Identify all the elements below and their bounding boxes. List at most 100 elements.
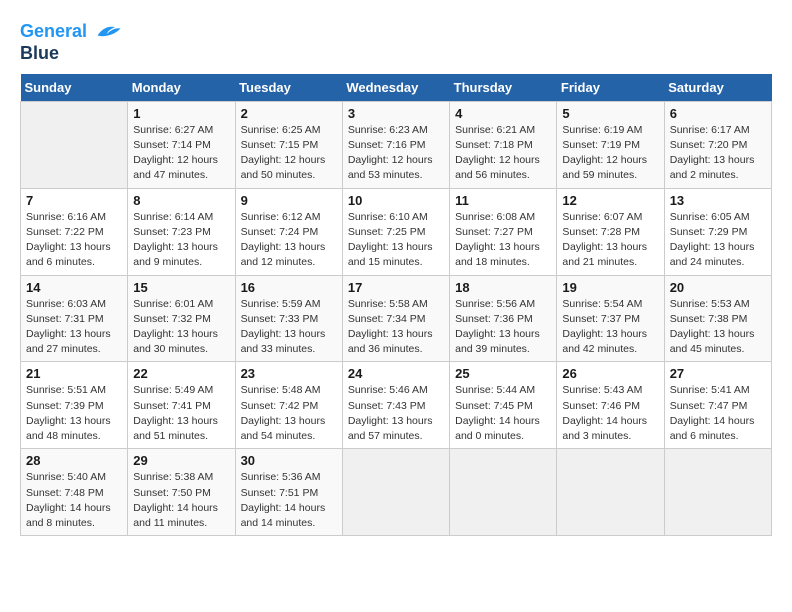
- weekday-header-wednesday: Wednesday: [342, 74, 449, 102]
- calendar-cell: 21 Sunrise: 5:51 AMSunset: 7:39 PMDayligh…: [21, 362, 128, 449]
- calendar-cell: 13Sunrise: 6:05 AMSunset: 7:29 PMDayligh…: [664, 188, 771, 275]
- day-info: Sunrise: 6:25 AMSunset: 7:15 PMDaylight:…: [241, 123, 337, 184]
- weekday-header-row: SundayMondayTuesdayWednesdayThursdayFrid…: [21, 74, 772, 102]
- day-info: Sunrise: 5:51 AMSunset: 7:39 PMDaylight:…: [26, 383, 122, 444]
- calendar-cell: 15Sunrise: 6:01 AMSunset: 7:32 PMDayligh…: [128, 275, 235, 362]
- day-number: 3: [348, 106, 444, 121]
- day-info: Sunrise: 5:56 AMSunset: 7:36 PMDaylight:…: [455, 297, 551, 358]
- calendar-cell: [557, 449, 664, 536]
- calendar-cell: 28 Sunrise: 5:40 AMSunset: 7:48 PMDayligh…: [21, 449, 128, 536]
- calendar-cell: 11 Sunrise: 6:08 AMSunset: 7:27 PMDayligh…: [450, 188, 557, 275]
- day-info: Sunrise: 6:14 AMSunset: 7:23 PMDaylight:…: [133, 210, 229, 271]
- calendar-cell: 20 Sunrise: 5:53 AMSunset: 7:38 PMDayligh…: [664, 275, 771, 362]
- calendar-week-row: 1 Sunrise: 6:27 AMSunset: 7:14 PMDaylight…: [21, 101, 772, 188]
- day-number: 25: [455, 366, 551, 381]
- day-info: Sunrise: 5:41 AMSunset: 7:47 PMDaylight:…: [670, 383, 766, 444]
- day-info: Sunrise: 6:05 AMSunset: 7:29 PMDaylight:…: [670, 210, 766, 271]
- day-number: 11: [455, 193, 551, 208]
- calendar-cell: 23 Sunrise: 5:48 AMSunset: 7:42 PMDayligh…: [235, 362, 342, 449]
- calendar-cell: 6 Sunrise: 6:17 AMSunset: 7:20 PMDaylight…: [664, 101, 771, 188]
- day-info: Sunrise: 6:08 AMSunset: 7:27 PMDaylight:…: [455, 210, 551, 271]
- calendar-cell: 3 Sunrise: 6:23 AMSunset: 7:16 PMDaylight…: [342, 101, 449, 188]
- day-number: 9: [241, 193, 337, 208]
- day-info: Sunrise: 6:23 AMSunset: 7:16 PMDaylight:…: [348, 123, 444, 184]
- day-number: 30: [241, 453, 337, 468]
- day-info: Sunrise: 5:58 AMSunset: 7:34 PMDaylight:…: [348, 297, 444, 358]
- calendar-cell: 4 Sunrise: 6:21 AMSunset: 7:18 PMDaylight…: [450, 101, 557, 188]
- day-number: 22: [133, 366, 229, 381]
- day-number: 28: [26, 453, 122, 468]
- weekday-header-tuesday: Tuesday: [235, 74, 342, 102]
- day-info: Sunrise: 6:07 AMSunset: 7:28 PMDaylight:…: [562, 210, 658, 271]
- calendar-cell: 26 Sunrise: 5:43 AMSunset: 7:46 PMDayligh…: [557, 362, 664, 449]
- day-number: 6: [670, 106, 766, 121]
- calendar-cell: [21, 101, 128, 188]
- day-info: Sunrise: 5:44 AMSunset: 7:45 PMDaylight:…: [455, 383, 551, 444]
- calendar-cell: 8 Sunrise: 6:14 AMSunset: 7:23 PMDaylight…: [128, 188, 235, 275]
- calendar-cell: 17 Sunrise: 5:58 AMSunset: 7:34 PMDayligh…: [342, 275, 449, 362]
- day-info: Sunrise: 6:21 AMSunset: 7:18 PMDaylight:…: [455, 123, 551, 184]
- calendar-cell: 7Sunrise: 6:16 AMSunset: 7:22 PMDaylight…: [21, 188, 128, 275]
- day-number: 19: [562, 280, 658, 295]
- calendar-cell: 2 Sunrise: 6:25 AMSunset: 7:15 PMDaylight…: [235, 101, 342, 188]
- day-info: Sunrise: 5:59 AMSunset: 7:33 PMDaylight:…: [241, 297, 337, 358]
- day-number: 20: [670, 280, 766, 295]
- page-header: General Blue: [20, 20, 772, 64]
- day-info: Sunrise: 5:48 AMSunset: 7:42 PMDaylight:…: [241, 383, 337, 444]
- day-info: Sunrise: 6:03 AMSunset: 7:31 PMDaylight:…: [26, 297, 122, 358]
- calendar-cell: [450, 449, 557, 536]
- weekday-header-monday: Monday: [128, 74, 235, 102]
- calendar-cell: 19 Sunrise: 5:54 AMSunset: 7:37 PMDayligh…: [557, 275, 664, 362]
- day-info: Sunrise: 5:54 AMSunset: 7:37 PMDaylight:…: [562, 297, 658, 358]
- day-number: 26: [562, 366, 658, 381]
- day-info: Sunrise: 6:27 AMSunset: 7:14 PMDaylight:…: [133, 123, 229, 184]
- day-info: Sunrise: 6:10 AMSunset: 7:25 PMDaylight:…: [348, 210, 444, 271]
- day-info: Sunrise: 5:53 AMSunset: 7:38 PMDaylight:…: [670, 297, 766, 358]
- day-number: 14: [26, 280, 122, 295]
- day-number: 23: [241, 366, 337, 381]
- day-number: 2: [241, 106, 337, 121]
- calendar-cell: [664, 449, 771, 536]
- calendar-cell: 27Sunrise: 5:41 AMSunset: 7:47 PMDayligh…: [664, 362, 771, 449]
- day-info: Sunrise: 5:46 AMSunset: 7:43 PMDaylight:…: [348, 383, 444, 444]
- day-number: 17: [348, 280, 444, 295]
- calendar-week-row: 21 Sunrise: 5:51 AMSunset: 7:39 PMDayligh…: [21, 362, 772, 449]
- day-info: Sunrise: 5:38 AMSunset: 7:50 PMDaylight:…: [133, 470, 229, 531]
- day-number: 10: [348, 193, 444, 208]
- logo: General Blue: [20, 20, 122, 64]
- calendar-table: SundayMondayTuesdayWednesdayThursdayFrid…: [20, 74, 772, 536]
- day-info: Sunrise: 5:49 AMSunset: 7:41 PMDaylight:…: [133, 383, 229, 444]
- day-number: 4: [455, 106, 551, 121]
- day-info: Sunrise: 6:17 AMSunset: 7:20 PMDaylight:…: [670, 123, 766, 184]
- day-number: 18: [455, 280, 551, 295]
- day-info: Sunrise: 6:01 AMSunset: 7:32 PMDaylight:…: [133, 297, 229, 358]
- day-number: 29: [133, 453, 229, 468]
- day-number: 24: [348, 366, 444, 381]
- calendar-cell: 12 Sunrise: 6:07 AMSunset: 7:28 PMDayligh…: [557, 188, 664, 275]
- calendar-cell: 25 Sunrise: 5:44 AMSunset: 7:45 PMDayligh…: [450, 362, 557, 449]
- weekday-header-sunday: Sunday: [21, 74, 128, 102]
- weekday-header-saturday: Saturday: [664, 74, 771, 102]
- day-info: Sunrise: 6:19 AMSunset: 7:19 PMDaylight:…: [562, 123, 658, 184]
- calendar-cell: 29 Sunrise: 5:38 AMSunset: 7:50 PMDayligh…: [128, 449, 235, 536]
- calendar-cell: 5Sunrise: 6:19 AMSunset: 7:19 PMDaylight…: [557, 101, 664, 188]
- calendar-cell: [342, 449, 449, 536]
- calendar-week-row: 14 Sunrise: 6:03 AMSunset: 7:31 PMDayligh…: [21, 275, 772, 362]
- day-info: Sunrise: 5:40 AMSunset: 7:48 PMDaylight:…: [26, 470, 122, 531]
- calendar-cell: 16 Sunrise: 5:59 AMSunset: 7:33 PMDayligh…: [235, 275, 342, 362]
- weekday-header-thursday: Thursday: [450, 74, 557, 102]
- day-number: 12: [562, 193, 658, 208]
- calendar-cell: 24 Sunrise: 5:46 AMSunset: 7:43 PMDayligh…: [342, 362, 449, 449]
- day-number: 1: [133, 106, 229, 121]
- calendar-cell: 10 Sunrise: 6:10 AMSunset: 7:25 PMDayligh…: [342, 188, 449, 275]
- day-info: Sunrise: 6:16 AMSunset: 7:22 PMDaylight:…: [26, 210, 122, 271]
- calendar-cell: 1 Sunrise: 6:27 AMSunset: 7:14 PMDaylight…: [128, 101, 235, 188]
- day-info: Sunrise: 5:36 AMSunset: 7:51 PMDaylight:…: [241, 470, 337, 531]
- calendar-cell: 22 Sunrise: 5:49 AMSunset: 7:41 PMDayligh…: [128, 362, 235, 449]
- day-info: Sunrise: 5:43 AMSunset: 7:46 PMDaylight:…: [562, 383, 658, 444]
- day-number: 16: [241, 280, 337, 295]
- day-number: 8: [133, 193, 229, 208]
- calendar-cell: 18 Sunrise: 5:56 AMSunset: 7:36 PMDayligh…: [450, 275, 557, 362]
- day-number: 21: [26, 366, 122, 381]
- logo-text: General Blue: [20, 20, 122, 64]
